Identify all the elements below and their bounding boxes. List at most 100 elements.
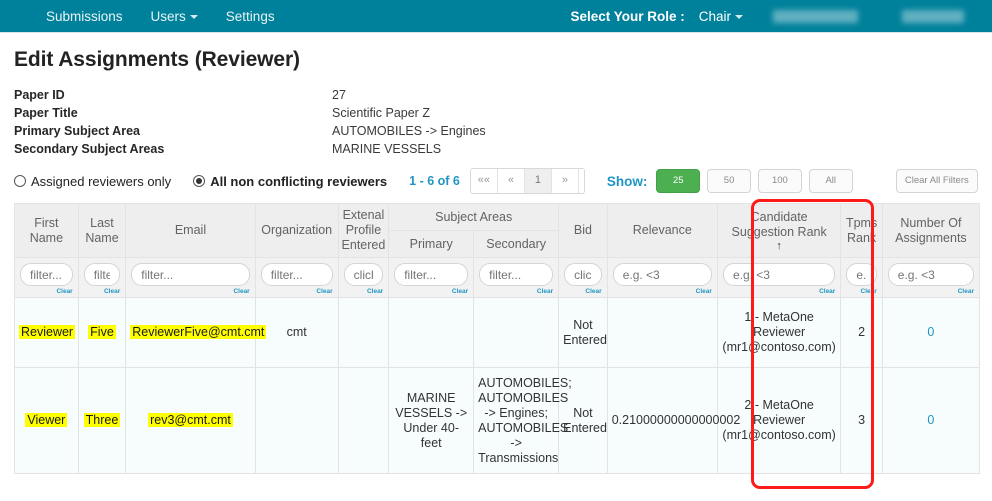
filter-input-relevance[interactable]: [612, 263, 712, 286]
cell-number-of-assignments: 0: [881, 367, 981, 474]
clear-filter-primary[interactable]: Clear: [394, 287, 468, 296]
filter-input-external-profile[interactable]: [343, 263, 384, 286]
filter-input-email[interactable]: [131, 263, 250, 286]
redacted-signout-link: [902, 10, 964, 23]
clear-all-filters-button[interactable]: Clear All Filters: [895, 169, 978, 193]
pager-first-button[interactable]: ««: [470, 169, 498, 193]
filter-cell-last-name: Clear: [77, 257, 127, 298]
table-row[interactable]: Viewer Three rev3@cmt.cmt MARINE VESSELS…: [14, 367, 981, 474]
col-header-relevance[interactable]: Relevance: [606, 203, 718, 258]
cell-number-of-assignments: 0: [881, 297, 981, 368]
nav-links: Submissions Users Settings: [32, 0, 289, 33]
radio-assigned-reviewers-only[interactable]: Assigned reviewers only: [14, 174, 171, 189]
table-row[interactable]: Reviewer Five ReviewerFive@cmt.cmt cmt N…: [14, 297, 981, 368]
pager-last-button[interactable]: »»: [578, 169, 584, 193]
col-header-first-name[interactable]: First Name: [14, 203, 79, 258]
cell-organization: cmt: [254, 297, 339, 368]
meta-value-secondary-subject-areas: MARINE VESSELS: [332, 142, 442, 156]
cell-external-profile: [337, 297, 390, 368]
chevron-down-icon: [189, 14, 198, 19]
paper-meta-table: Paper ID 27 Paper Title Scientific Paper…: [14, 86, 486, 158]
col-header-number-of-assignments[interactable]: Number Of Assignments: [881, 203, 981, 258]
col-header-secondary[interactable]: Secondary: [473, 230, 560, 258]
clear-filter-secondary[interactable]: Clear: [479, 287, 553, 296]
nav-link-users-label: Users: [150, 8, 186, 24]
filter-input-tpms-rank[interactable]: [846, 263, 877, 286]
filter-input-secondary[interactable]: [479, 263, 554, 286]
filter-input-last-name[interactable]: [83, 263, 121, 286]
clear-filter-relevance[interactable]: Clear: [613, 287, 712, 296]
filter-cell-secondary: Clear: [473, 257, 560, 298]
cell-external-profile: [337, 367, 390, 474]
meta-row-paper-title: Paper Title Scientific Paper Z: [14, 104, 486, 122]
cell-primary: MARINE VESSELS -> Under 40-feet: [388, 367, 475, 474]
cell-organization: [254, 367, 339, 474]
cell-tpms-rank: 3: [840, 367, 883, 474]
filter-input-primary[interactable]: [394, 263, 469, 286]
filter-input-bid[interactable]: [564, 263, 602, 286]
record-range-label: 1 - 6 of 6: [409, 174, 460, 188]
pager-page-1-button[interactable]: 1: [524, 169, 552, 193]
page-size-50-button[interactable]: 50: [707, 169, 751, 193]
filter-input-candidate-suggestion-rank[interactable]: [722, 263, 836, 286]
col-header-last-name[interactable]: Last Name: [77, 203, 127, 258]
cell-relevance: [606, 297, 718, 368]
filter-cell-bid: Clear: [558, 257, 608, 298]
clear-filter-bid[interactable]: Clear: [564, 287, 601, 296]
reviewers-grid: First Name Last Name Email Organization …: [14, 203, 981, 474]
col-header-external-profile-entered[interactable]: Extenal Profile Entered: [337, 203, 390, 258]
cell-tpms-rank: 2: [840, 297, 883, 368]
filter-input-number-of-assignments[interactable]: [887, 263, 974, 286]
filter-cell-first-name: Clear: [14, 257, 79, 298]
filter-cell-number-of-assignments: Clear: [881, 257, 981, 298]
cell-primary: [388, 297, 475, 368]
grid-toolbar: Assigned reviewers only All non conflict…: [14, 168, 978, 194]
cell-email-text: ReviewerFive@cmt.cmt: [130, 325, 267, 339]
role-dropdown[interactable]: Chair: [699, 9, 743, 24]
pager-prev-button[interactable]: «: [497, 169, 525, 193]
number-of-assignments-link[interactable]: 0: [927, 325, 934, 339]
col-header-email[interactable]: Email: [125, 203, 256, 258]
number-of-assignments-link[interactable]: 0: [927, 413, 934, 427]
sort-ascending-icon: ↑: [776, 240, 782, 252]
clear-filter-candidate-suggestion-rank[interactable]: Clear: [723, 287, 835, 296]
page-size-25-button[interactable]: 25: [656, 169, 701, 193]
page-size-100-button[interactable]: 100: [758, 169, 802, 193]
col-header-organization[interactable]: Organization: [254, 203, 339, 258]
filter-cell-external-profile: Clear: [337, 257, 390, 298]
col-header-candidate-suggestion-rank[interactable]: Candidate Suggestion Rank ↑: [716, 203, 842, 258]
cell-last-name: Three: [77, 367, 127, 474]
clear-filter-tpms-rank[interactable]: Clear: [846, 287, 877, 296]
cell-email-text: rev3@cmt.cmt: [148, 413, 233, 427]
pager-next-button[interactable]: »: [551, 169, 579, 193]
col-header-primary[interactable]: Primary: [388, 230, 475, 258]
nav-link-submissions[interactable]: Submissions: [32, 0, 137, 33]
radio-all-non-conflicting-reviewers[interactable]: All non conflicting reviewers: [193, 174, 387, 189]
top-navbar: Submissions Users Settings Select Your R…: [0, 0, 992, 33]
filter-cell-candidate-suggestion-rank: Clear: [716, 257, 842, 298]
radio-icon: [14, 175, 26, 187]
clear-filter-first-name[interactable]: Clear: [20, 287, 72, 296]
meta-value-paper-title: Scientific Paper Z: [332, 106, 430, 120]
col-header-bid[interactable]: Bid: [558, 203, 608, 258]
clear-filter-organization[interactable]: Clear: [261, 287, 332, 296]
cell-email: ReviewerFive@cmt.cmt: [125, 297, 267, 368]
clear-filter-last-name[interactable]: Clear: [84, 287, 120, 296]
nav-link-users[interactable]: Users: [137, 0, 212, 33]
meta-label-primary-subject-area: Primary Subject Area: [14, 124, 140, 138]
filter-input-first-name[interactable]: [20, 263, 73, 286]
col-header-tpms-rank[interactable]: Tpms Rank: [840, 203, 883, 258]
cell-secondary: [473, 297, 560, 368]
clear-filter-email[interactable]: Clear: [131, 287, 249, 296]
cell-bid: Not Entered: [558, 297, 608, 368]
meta-label-paper-title: Paper Title: [14, 106, 78, 120]
clear-filter-number-of-assignments[interactable]: Clear: [888, 287, 974, 296]
reviewers-grid-wrapper: First Name Last Name Email Organization …: [14, 199, 981, 489]
page-size-all-button[interactable]: All: [808, 169, 853, 193]
nav-link-settings[interactable]: Settings: [212, 0, 289, 33]
cell-first-name: Viewer: [14, 367, 79, 474]
clear-filter-external-profile[interactable]: Clear: [344, 287, 383, 296]
filter-input-organization[interactable]: [260, 263, 333, 286]
reviewer-filter-radio-group: Assigned reviewers only All non conflict…: [14, 174, 409, 189]
page-title: Edit Assignments (Reviewer): [14, 48, 300, 71]
